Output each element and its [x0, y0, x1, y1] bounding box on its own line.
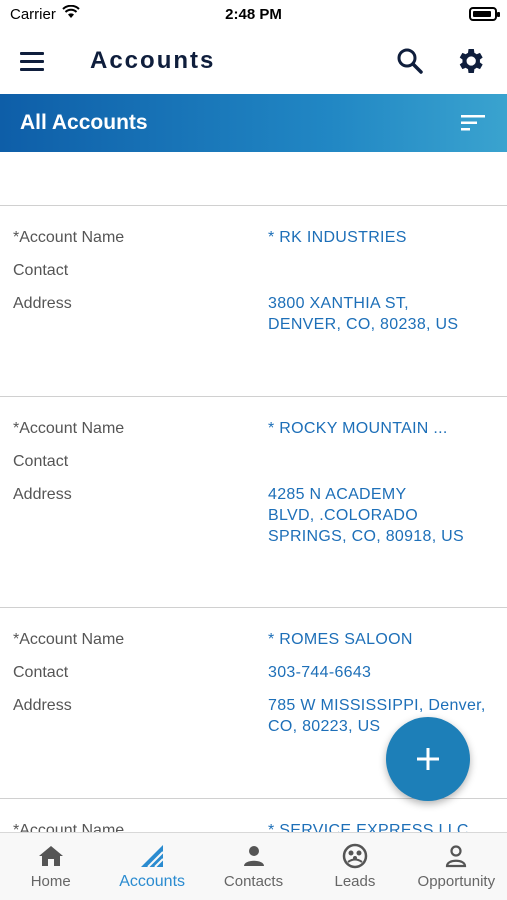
address-value[interactable]: 4285 N ACADEMY BLVD, .COLORADO SPRINGS, …	[268, 484, 503, 547]
status-bar: Carrier 2:48 PM	[0, 0, 507, 28]
plus-icon	[417, 748, 439, 770]
account-card[interactable]: *Account Name * ROCKY MOUNTAIN ... Contac…	[0, 397, 507, 608]
accounts-icon	[139, 843, 165, 869]
search-icon[interactable]	[393, 44, 427, 78]
address-label: Address	[13, 486, 72, 503]
tab-bar: Home Accounts Contacts Leads Opportunity	[0, 832, 507, 900]
status-left: Carrier	[10, 4, 80, 23]
contact-label: Contact	[13, 453, 69, 470]
account-name-row: *Account Name * SERVICE EXPRESS LLC	[13, 820, 507, 832]
home-icon	[38, 843, 64, 869]
tab-accounts[interactable]: Accounts	[101, 833, 202, 900]
address-label: Address	[13, 697, 72, 714]
account-name-label: *Account Name	[13, 822, 125, 832]
account-name-row: *Account Name * ROCKY MOUNTAIN ...	[13, 418, 507, 439]
tab-contacts[interactable]: Contacts	[203, 833, 304, 900]
list-spacer	[0, 152, 507, 206]
account-name-value[interactable]: * ROCKY MOUNTAIN ...	[268, 418, 503, 439]
tab-leads[interactable]: Leads	[304, 833, 405, 900]
account-card[interactable]: *Account Name * SERVICE EXPRESS LLC	[0, 799, 507, 832]
address-value[interactable]: 3800 XANTHIA ST, DENVER, CO, 80238, US	[268, 293, 503, 335]
list-header-title: All Accounts	[20, 111, 148, 134]
tab-opportunity-label: Opportunity	[417, 873, 496, 890]
carrier-label: Carrier	[10, 5, 56, 23]
account-card[interactable]: *Account Name * RK INDUSTRIES Contact Add…	[0, 206, 507, 397]
contact-value[interactable]	[268, 451, 503, 472]
address-row: Address 4285 N ACADEMY BLVD, .COLORADO SP…	[13, 484, 507, 547]
opportunity-icon	[444, 843, 468, 869]
address-value[interactable]: 785 W MISSISSIPPI, Denver, CO, 80223, US	[268, 695, 503, 737]
top-actions	[393, 44, 487, 78]
leads-icon	[342, 843, 368, 869]
account-name-label: *Account Name	[13, 631, 125, 648]
account-name-value[interactable]: * SERVICE EXPRESS LLC	[268, 820, 503, 832]
contact-value[interactable]: 303-744-6643	[268, 662, 503, 683]
contact-row: Contact	[13, 451, 507, 472]
battery-icon	[469, 7, 500, 21]
account-name-label: *Account Name	[13, 229, 125, 246]
contacts-icon	[242, 843, 266, 869]
tab-opportunity[interactable]: Opportunity	[406, 833, 507, 900]
contact-label: Contact	[13, 664, 69, 681]
sort-icon[interactable]	[459, 109, 487, 137]
account-name-label: *Account Name	[13, 420, 125, 437]
account-name-row: *Account Name * ROMES SALOON	[13, 629, 507, 650]
account-name-value[interactable]: * RK INDUSTRIES	[268, 227, 503, 248]
contact-row: Contact	[13, 260, 507, 281]
address-label: Address	[13, 295, 72, 312]
tab-leads-label: Leads	[334, 873, 376, 890]
tab-home[interactable]: Home	[0, 833, 101, 900]
page-title: Accounts	[90, 47, 216, 74]
account-name-row: *Account Name * RK INDUSTRIES	[13, 227, 507, 248]
contact-label: Contact	[13, 262, 69, 279]
account-name-value[interactable]: * ROMES SALOON	[268, 629, 503, 650]
tab-home-label: Home	[30, 873, 71, 890]
contact-value[interactable]	[268, 260, 503, 281]
battery-level	[473, 11, 491, 17]
gear-icon[interactable]	[453, 44, 487, 78]
list-header: All Accounts	[0, 94, 507, 152]
tab-accounts-label: Accounts	[119, 873, 186, 890]
tab-contacts-label: Contacts	[223, 873, 284, 890]
contact-row: Contact 303-744-6643	[13, 662, 507, 683]
menu-icon[interactable]	[20, 46, 50, 76]
address-row: Address 3800 XANTHIA ST, DENVER, CO, 8023…	[13, 293, 507, 335]
wifi-icon	[62, 4, 80, 23]
top-bar: Accounts	[0, 28, 507, 94]
add-account-button[interactable]	[386, 717, 470, 801]
